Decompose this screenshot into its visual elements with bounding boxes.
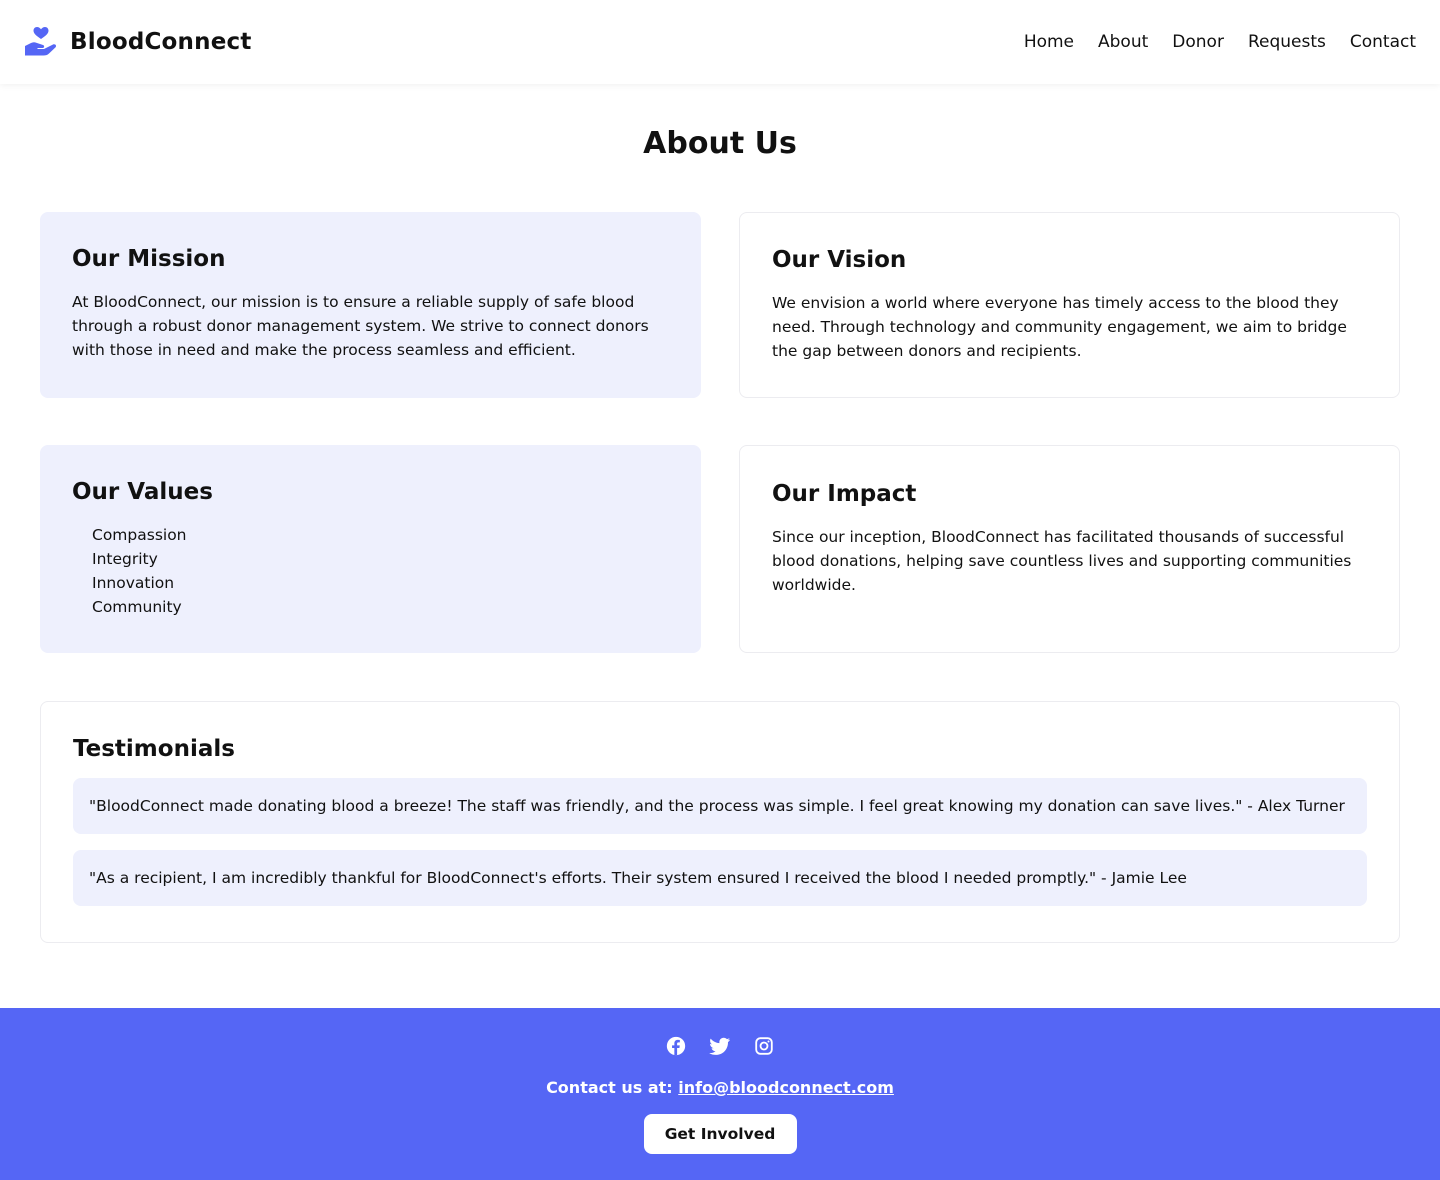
site-footer: Contact us at: info@bloodconnect.com Get… [0,1008,1440,1180]
value-item: Community [92,598,182,616]
brand[interactable]: BloodConnect [24,25,252,59]
hand-heart-icon [25,27,57,56]
social-links [665,1035,775,1057]
impact-title: Our Impact [772,481,917,507]
values-list: Compassion Integrity Innovation Communit… [72,523,669,619]
values-title: Our Values [72,479,213,505]
main-nav: Home About Donor Requests Contact [1024,32,1416,52]
testimonial-item: "BloodConnect made donating blood a bree… [73,778,1367,834]
brand-name: BloodConnect [70,29,252,55]
nav-contact[interactable]: Contact [1350,32,1416,52]
nav-about[interactable]: About [1098,32,1148,52]
value-item: Innovation [92,574,175,592]
testimonials-section: Testimonials "BloodConnect made donating… [40,701,1400,943]
facebook-icon[interactable] [665,1035,687,1057]
value-item: Integrity [92,550,158,568]
vision-card: Our Vision We envision a world where eve… [739,212,1400,398]
contact-line: Contact us at: info@bloodconnect.com [546,1078,894,1097]
nav-home[interactable]: Home [1024,32,1074,52]
impact-text: Since our inception, BloodConnect has fa… [772,528,1352,594]
twitter-icon[interactable] [709,1035,731,1057]
mission-text: At BloodConnect, our mission is to ensur… [72,293,649,359]
site-header: BloodConnect Home About Donor Requests C… [0,0,1440,84]
page-title: About Us [643,126,797,161]
get-involved-button[interactable]: Get Involved [643,1114,797,1154]
contact-email-link[interactable]: info@bloodconnect.com [678,1078,894,1097]
value-item: Compassion [92,526,187,544]
testimonials-title: Testimonials [73,736,235,762]
nav-donor[interactable]: Donor [1172,32,1224,52]
instagram-icon[interactable] [753,1035,775,1057]
values-card: Our Values Compassion Integrity Innovati… [40,445,701,653]
impact-card: Our Impact Since our inception, BloodCon… [739,445,1400,653]
nav-requests[interactable]: Requests [1248,32,1326,52]
mission-card: Our Mission At BloodConnect, our mission… [40,212,701,398]
testimonial-item: "As a recipient, I am incredibly thankfu… [73,850,1367,906]
contact-prefix: Contact us at: [546,1078,673,1097]
vision-text: We envision a world where everyone has t… [772,294,1347,360]
mission-title: Our Mission [72,246,226,272]
vision-title: Our Vision [772,247,907,273]
